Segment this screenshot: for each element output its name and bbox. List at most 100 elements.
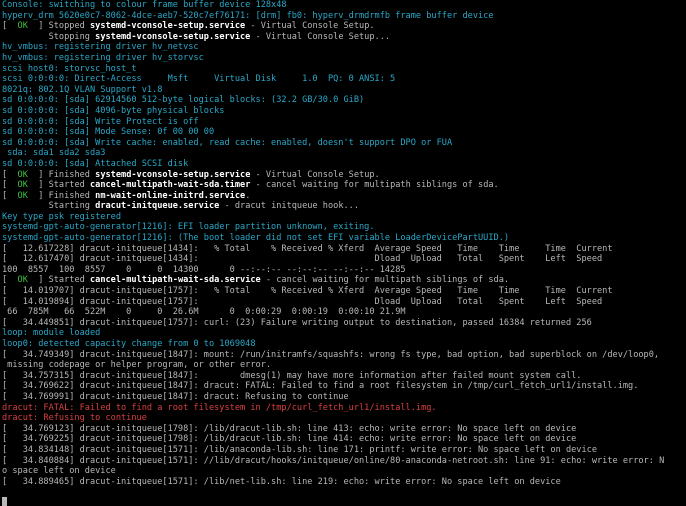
log-text: [ 34.749349] dracut-initqueue[1847]: mou… — [2, 349, 660, 360]
log-text: [ 34.449851] dracut-initqueue[1757]: cur… — [2, 317, 592, 328]
log-text: [ — [2, 21, 18, 32]
console-line: [ 34.749349] dracut-initqueue[1847]: mou… — [2, 350, 684, 361]
log-text: o space left on device — [2, 466, 116, 477]
unit-name: cancel-multipath-wait-sda.service — [89, 275, 261, 286]
log-text: sd 0:0:0:0: [sda] Write Protect is off — [2, 116, 199, 127]
console-line: [ 34.449851] dracut-initqueue[1757]: cur… — [2, 318, 684, 329]
console-line: Console: switching to colour frame buffe… — [2, 0, 684, 11]
console-line: [ 12.617228] dracut-initqueue[1434]: % T… — [2, 244, 684, 255]
console-line: sd 0:0:0:0: [sda] Write cache: enabled, … — [2, 138, 684, 149]
console-line: missing codepage or helper program, or o… — [2, 360, 684, 371]
console-line: [ 34.834148] dracut-initqueue[1571]: /li… — [2, 445, 684, 456]
console-line: [ 12.617470] dracut-initqueue[1434]: Dlo… — [2, 254, 684, 265]
console-line: sd 0:0:0:0: [sda] 62914560 512-byte logi… — [2, 95, 684, 106]
console-line: [ 34.769622] dracut-initqueue[1847]: dra… — [2, 381, 684, 392]
console-line: 100 8557 100 8557 0 0 14300 0 --:--:-- -… — [2, 265, 684, 276]
console-line: hv_vmbus: registering driver hv_storvsc — [2, 53, 684, 64]
console-line: scsi 0:0:0:0: Direct-Access Msft Virtual… — [2, 74, 684, 85]
status-ok-badge: OK — [17, 21, 28, 32]
log-text: hv_vmbus: registering driver hv_storvsc — [2, 52, 204, 63]
log-text: [ 14.019894] dracut-initqueue[1757]: Dlo… — [2, 296, 603, 307]
unit-name: systemd-vconsole-setup.service — [89, 21, 246, 32]
log-text: . — [245, 190, 251, 201]
log-text: [ 34.769622] dracut-initqueue[1847]: dra… — [2, 381, 639, 392]
console-line: Starting dracut-initqueue.service - drac… — [2, 201, 684, 212]
log-text: hv_vmbus: registering driver hv_netvsc — [2, 42, 199, 53]
log-text: loop: module loaded — [2, 328, 101, 339]
console-line: 66 785M 66 522M 0 0 26.6M 0 0:00:29 0:00… — [2, 307, 684, 318]
console-line: 8021q: 802.1Q VLAN Support v1.8 — [2, 85, 684, 96]
status-ok-badge: OK — [17, 275, 28, 286]
log-text: [ 34.757315] dracut-initqueue[1847]: dme… — [2, 370, 582, 381]
log-text: [ 34.840884] dracut-initqueue[1571]: //l… — [2, 455, 665, 466]
log-text: loop0: detected capacity change from 0 t… — [2, 339, 256, 349]
error-text: dracut: Refusing to continue — [2, 413, 147, 424]
status-ok-badge: OK — [17, 169, 28, 180]
console-line: [ OK ] Stopped systemd-vconsole-setup.se… — [2, 21, 684, 32]
console-line: [ 34.757315] dracut-initqueue[1847]: dme… — [2, 371, 684, 382]
console-line: [ 34.889465] dracut-initqueue[1571]: /li… — [2, 477, 684, 488]
log-text: [ — [2, 275, 18, 286]
console-line: sd 0:0:0:0: [sda] Attached SCSI disk — [2, 159, 684, 170]
log-text: - Virtual Console Setup. — [250, 169, 380, 180]
console-line: [ 34.840884] dracut-initqueue[1571]: //l… — [2, 456, 684, 467]
console-line: [ OK ] Finished nm-wait-online-initrd.se… — [2, 191, 684, 202]
console-line: loop0: detected capacity change from 0 t… — [2, 339, 684, 350]
unit-name: dracut-initqueue.service — [95, 201, 220, 212]
log-text: - cancel waiting for multipath siblings … — [250, 180, 499, 191]
log-text: systemd-gpt-auto-generator[1216]: (The b… — [2, 233, 510, 244]
console-line: dracut: Refusing to continue — [2, 413, 684, 424]
log-text: ] Finished — [27, 169, 96, 180]
console-line: sd 0:0:0:0: [sda] 4096-byte physical blo… — [2, 106, 684, 117]
console-line: o space left on device — [2, 466, 684, 477]
log-text: [ 12.617228] dracut-initqueue[1434]: % T… — [2, 243, 613, 254]
console-line: hv_vmbus: registering driver hv_netvsc — [2, 42, 684, 53]
log-text: sd 0:0:0:0: [sda] Write cache: enabled, … — [2, 137, 453, 148]
log-text: hyperv_drm 5620e0c7-8062-4dce-aeb7-520c7… — [2, 10, 494, 21]
log-text: [ 14.019707] dracut-initqueue[1757]: % T… — [2, 286, 613, 297]
console-line: [ 14.019707] dracut-initqueue[1757]: % T… — [2, 286, 684, 297]
log-text: 66 785M 66 522M 0 0 26.6M 0 0:00:29 0:00… — [2, 307, 406, 318]
unit-name: nm-wait-online-initrd.service — [95, 190, 246, 201]
console-line: [ 34.769123] dracut-initqueue[1798]: /li… — [2, 424, 684, 435]
log-text: sda: sda1 sda2 sda3 — [2, 148, 106, 159]
console-line: systemd-gpt-auto-generator[1216]: (The b… — [2, 233, 684, 244]
console-line: dracut: FATAL: Failed to find a root fil… — [2, 403, 684, 414]
status-ok-badge: OK — [17, 180, 28, 191]
log-text: ] Started — [27, 180, 90, 191]
unit-name: cancel-multipath-wait-sda.timer — [89, 180, 251, 191]
log-text: missing codepage or helper program, or o… — [2, 360, 272, 371]
log-text: ] Stopped — [27, 21, 90, 32]
log-text: Console: switching to colour frame buffe… — [2, 0, 287, 10]
log-text: [ 12.617470] dracut-initqueue[1434]: Dlo… — [2, 254, 603, 265]
error-text: dracut: FATAL: Failed to find a root fil… — [2, 402, 437, 413]
log-text: 8021q: 802.1Q VLAN Support v1.8 — [2, 84, 163, 95]
log-text: [ 34.834148] dracut-initqueue[1571]: /li… — [2, 444, 597, 455]
log-text: [ 34.769225] dracut-initqueue[1798]: /li… — [2, 434, 577, 445]
console-line: Stopping systemd-vconsole-setup.service … — [2, 32, 684, 43]
console-line: Key type psk registered — [2, 212, 684, 223]
unit-name: systemd-vconsole-setup.service — [95, 169, 251, 180]
log-text: systemd-gpt-auto-generator[1216]: EFI lo… — [2, 222, 375, 233]
console-line: [ OK ] Started cancel-multipath-wait-sda… — [2, 275, 684, 286]
log-text: sd 0:0:0:0: [sda] Attached SCSI disk — [2, 158, 189, 169]
log-text: - cancel waiting for multipath siblings … — [260, 275, 510, 286]
log-text: [ — [2, 190, 18, 201]
log-text: - Virtual Console Setup... — [250, 31, 391, 42]
log-text: [ — [2, 180, 18, 191]
log-text: sd 0:0:0:0: [sda] 4096-byte physical blo… — [2, 105, 225, 116]
log-text: [ 34.889465] dracut-initqueue[1571]: /li… — [2, 476, 561, 487]
log-text: Key type psk registered — [2, 211, 121, 222]
console-line: [ OK ] Finished systemd-vconsole-setup.s… — [2, 170, 684, 181]
log-text: 100 8557 100 8557 0 0 14300 0 --:--:-- -… — [2, 264, 406, 275]
log-text: [ — [2, 169, 18, 180]
console-line: [ OK ] Started cancel-multipath-wait-sda… — [2, 180, 684, 191]
console-line: scsi host0: storvsc_host_t — [2, 64, 684, 75]
console-output: Console: switching to colour frame buffe… — [0, 0, 686, 500]
console-line: sda: sda1 sda2 sda3 — [2, 148, 684, 159]
console-line: [ 34.769225] dracut-initqueue[1798]: /li… — [2, 434, 684, 445]
console-line: systemd-gpt-auto-generator[1216]: EFI lo… — [2, 222, 684, 233]
console-line: sd 0:0:0:0: [sda] Write Protect is off — [2, 117, 684, 128]
log-text: [ 34.769991] dracut-initqueue[1847]: dra… — [2, 391, 349, 402]
log-text: sd 0:0:0:0: [sda] 62914560 512-byte logi… — [2, 95, 365, 106]
